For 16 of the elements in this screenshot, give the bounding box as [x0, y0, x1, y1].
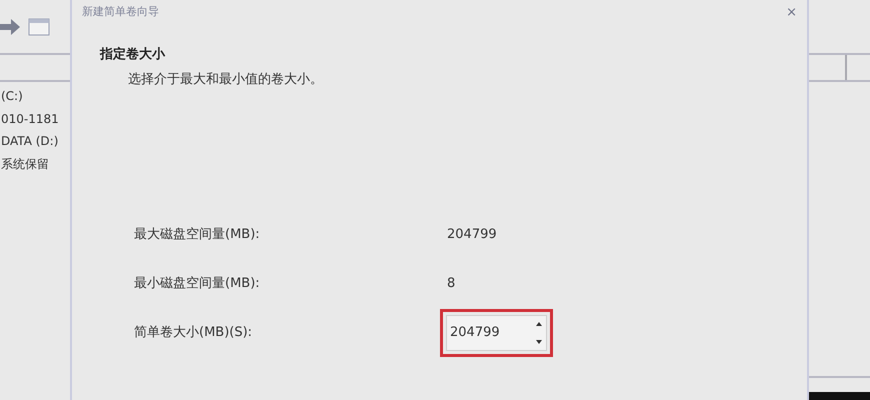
field-label: 最小磁盘空间量(MB):	[134, 275, 261, 294]
dialog-title: 新建简单卷向导	[82, 4, 159, 20]
volume-name[interactable]: 系统保留	[0, 152, 70, 176]
page-heading: 指定卷大小	[100, 46, 166, 64]
taskbar	[809, 392, 870, 400]
field-value: 8	[447, 275, 456, 294]
field-label: 最大磁盘空间量(MB):	[134, 226, 261, 244]
volume-name[interactable]: 010-1181	[0, 108, 70, 130]
volume-name[interactable]: (C:)	[0, 85, 70, 108]
page-description: 选择介于最大和最小值的卷大小。	[127, 70, 324, 88]
size-spinbox[interactable]: 204799	[446, 315, 547, 351]
field-value: 204799	[447, 226, 497, 244]
volume-name[interactable]: DATA (D:)	[0, 130, 70, 153]
forward-arrow-icon[interactable]	[0, 18, 20, 34]
close-button[interactable]: ×	[786, 6, 797, 19]
field-label: 简单卷大小(MB)(S):	[134, 324, 254, 342]
